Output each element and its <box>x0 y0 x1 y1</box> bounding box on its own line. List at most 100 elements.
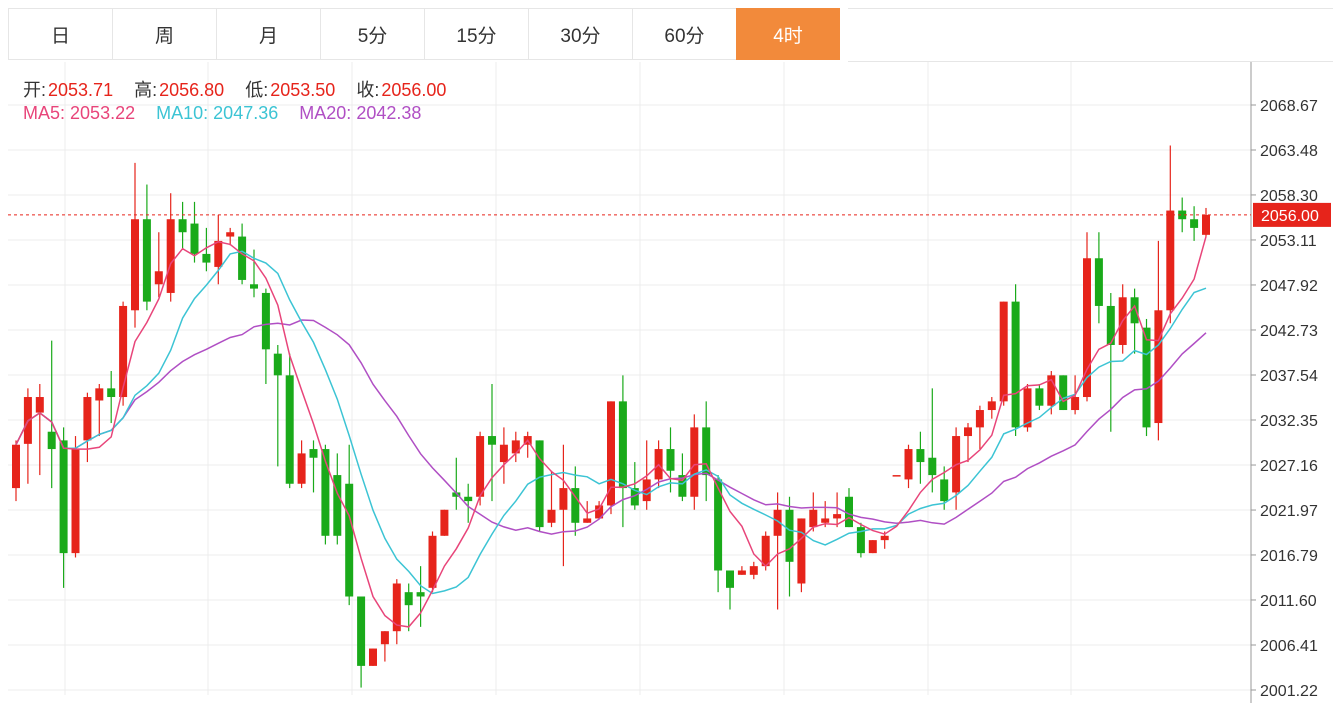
candle-body <box>297 453 306 484</box>
candle-body <box>380 631 389 645</box>
candle-body <box>1190 219 1199 228</box>
candle-body <box>464 496 473 502</box>
candle-body <box>618 401 627 489</box>
ma5-label: MA5: <box>23 103 66 123</box>
candle-body <box>35 397 44 413</box>
tab-4hour[interactable]: 4时 <box>736 8 840 60</box>
candle-body <box>119 305 128 398</box>
tab-30min[interactable]: 30分 <box>528 8 632 60</box>
y-tick-label: 2063.48 <box>1260 143 1318 160</box>
candle-body <box>1154 310 1163 424</box>
candle-body <box>809 509 818 528</box>
candle-body <box>309 449 318 458</box>
candle-body <box>559 488 568 510</box>
tab-week[interactable]: 周 <box>112 8 216 60</box>
high-value: 2056.80 <box>159 80 225 100</box>
candle-body <box>726 570 734 588</box>
ma20-label: MA20: <box>299 103 352 123</box>
candle-body <box>761 535 770 567</box>
candle-body <box>666 449 675 471</box>
candle-body <box>1202 214 1210 235</box>
tab-15min[interactable]: 15分 <box>424 8 528 60</box>
candle-body <box>392 583 401 632</box>
candle-body <box>71 449 80 554</box>
candle-body <box>214 240 223 267</box>
y-tick-label: 2068.67 <box>1260 98 1318 115</box>
y-tick-label: 2006.41 <box>1260 638 1318 655</box>
ma10-label: MA10: <box>156 103 209 123</box>
y-tick-label: 2011.60 <box>1260 593 1317 610</box>
close-label: 收: <box>356 80 380 100</box>
candle-body <box>880 535 889 541</box>
candle-body <box>285 375 294 484</box>
tab-bar-fill <box>848 8 1333 62</box>
candle-body <box>1071 397 1080 411</box>
candle-body <box>428 535 437 588</box>
candle-body <box>940 479 949 502</box>
candle-body <box>369 648 377 666</box>
candle-body <box>250 284 258 289</box>
candle-body <box>737 570 746 575</box>
candle-body <box>690 427 699 497</box>
y-tick-label: 2032.35 <box>1260 413 1318 430</box>
candle-body <box>892 475 901 477</box>
candle-body <box>261 292 270 350</box>
open-value: 2053.71 <box>48 80 114 100</box>
y-tick-label: 2016.79 <box>1260 548 1318 565</box>
y-tick-label: 2042.73 <box>1260 323 1318 340</box>
period-tab-bar: 日 周 月 5分 15分 30分 60分 4时 <box>8 8 840 62</box>
candle-body <box>238 236 247 280</box>
candle-body <box>987 401 996 411</box>
candle-body <box>785 509 794 562</box>
candle-body <box>1035 388 1044 406</box>
candle-body <box>190 223 199 254</box>
candle-body <box>345 483 354 597</box>
ma20-value: 2042.38 <box>356 103 422 123</box>
last-price-label: 2056.00 <box>1261 208 1319 225</box>
candle-body <box>166 219 175 293</box>
candle-body <box>749 566 758 575</box>
candle-body <box>226 232 235 237</box>
candle-body <box>273 353 282 376</box>
candle-body <box>583 518 592 523</box>
candlestick-chart[interactable]: 2068.67 2063.48 2058.30 2053.11 2047.92 2042.… <box>0 62 1333 703</box>
low-label: 低: <box>245 80 269 100</box>
tab-day[interactable]: 日 <box>8 8 112 60</box>
ma5-value: 2053.22 <box>70 103 136 123</box>
candle-body <box>1142 327 1151 428</box>
tab-60min[interactable]: 60分 <box>632 8 736 60</box>
candle-body <box>202 253 211 263</box>
candle-body <box>131 219 139 311</box>
candle-body <box>833 514 842 519</box>
y-tick-label: 2053.11 <box>1260 233 1317 250</box>
ohlc-readout: 开: 2053.71 高: 2056.80 低: 2053.50 收: 2056.00 <box>23 76 446 102</box>
low-value: 2053.50 <box>270 80 336 100</box>
candle-body <box>59 440 68 554</box>
candle-body <box>83 397 92 441</box>
ma-readout: MA5: 2053.22 MA10: 2047.36 MA20: 2042.38 <box>23 103 421 124</box>
tab-5min[interactable]: 5分 <box>320 8 424 60</box>
y-tick-label: 2058.30 <box>1260 188 1318 205</box>
ma10-value: 2047.36 <box>213 103 279 123</box>
y-tick-label: 2001.22 <box>1260 683 1318 700</box>
candle-body <box>440 509 449 536</box>
y-tick-label: 2021.97 <box>1260 503 1318 520</box>
candle-body <box>154 271 163 285</box>
candle-body <box>499 444 508 463</box>
candle-body <box>964 427 972 437</box>
candle-body <box>1011 301 1020 428</box>
tab-month[interactable]: 月 <box>216 8 320 60</box>
candle-body <box>1166 210 1175 311</box>
candle-body <box>975 410 984 428</box>
candle-body <box>178 219 187 233</box>
candle-body <box>1059 375 1068 411</box>
y-tick-label: 2027.16 <box>1260 458 1318 475</box>
candle-body <box>999 301 1008 402</box>
candle-body <box>95 388 104 401</box>
open-label: 开: <box>23 80 47 100</box>
candle-body <box>904 449 913 480</box>
candle-body <box>142 219 151 302</box>
candle-body <box>12 444 20 489</box>
candle-body <box>107 388 116 398</box>
candle-body <box>547 509 556 523</box>
